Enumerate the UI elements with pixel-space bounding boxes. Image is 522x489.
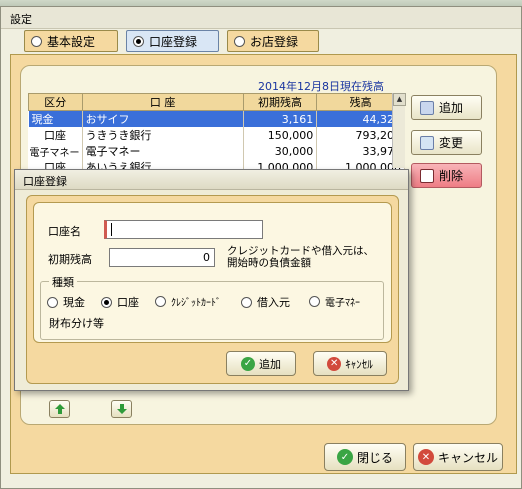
- name-label: 口座名: [48, 225, 81, 238]
- cell-initial: 30,000: [243, 143, 318, 159]
- up-arrow-icon: [54, 404, 65, 414]
- tab-label: お店登録: [250, 34, 299, 49]
- radio-icon: [241, 296, 252, 308]
- kind-radio-e-money[interactable]: 電子ﾏﾈｰ: [309, 294, 360, 309]
- balance-hint: クレジットカードや借入元は、 開始時の負債金額: [227, 245, 374, 269]
- tab-account-registration[interactable]: 口座登録: [126, 30, 219, 52]
- cancel-icon: ✕: [417, 449, 434, 465]
- delete-icon: [420, 168, 434, 183]
- kind-radio-account[interactable]: 口座: [101, 294, 139, 310]
- kind-legend: 種類: [49, 274, 77, 290]
- radio-icon: [309, 296, 320, 307]
- scroll-up-arrow-icon[interactable]: ▲: [393, 93, 406, 106]
- delete-account-button[interactable]: 削除: [411, 163, 482, 188]
- initial-balance-label: 初期残高: [48, 253, 92, 266]
- cell-type: 口座: [28, 127, 83, 143]
- initial-balance-input[interactable]: 0: [109, 248, 215, 267]
- kind-radio-borrowing[interactable]: 借入元: [241, 294, 290, 310]
- tab-label: 基本設定: [47, 34, 96, 49]
- cell-initial: 3,161: [243, 110, 318, 127]
- table-row[interactable]: 現金 おサイフ 3,161 44,320: [28, 110, 405, 127]
- dialog-add-label: 追加: [259, 357, 281, 371]
- kind-label: 現金: [63, 296, 85, 309]
- tab-label: 口座登録: [149, 34, 198, 49]
- initial-balance-value: 0: [203, 251, 210, 264]
- cancel-button[interactable]: ✕ キャンセル: [413, 443, 503, 471]
- dialog-add-button[interactable]: ✓ 追加: [226, 351, 296, 376]
- window-title: 設定: [10, 13, 32, 26]
- kind-note: 財布分け等: [49, 317, 104, 330]
- kind-radio-credit-card[interactable]: ｸﾚｼﾞｯﾄｶｰﾄﾞ: [155, 294, 221, 309]
- radio-icon: [155, 296, 166, 307]
- dialog-panel: 口座名 初期残高 0 クレジットカードや借入元は、 開始時の負債金額 種類 現金…: [26, 195, 399, 384]
- account-kind-group: 種類 現金 口座 ｸﾚｼﾞｯﾄｶｰﾄﾞ 借入元 電子ﾏﾈｰ 財布分け等: [40, 274, 384, 340]
- column-header[interactable]: 初期残高: [242, 93, 318, 111]
- table-row[interactable]: 電子マネー 電子マネー 30,000 33,976: [28, 143, 405, 159]
- kind-radio-cash[interactable]: 現金: [47, 294, 85, 310]
- balance-date-header: 2014年12月8日現在残高: [258, 80, 384, 93]
- cancel-label: キャンセル: [437, 450, 498, 465]
- tab-basic-settings[interactable]: 基本設定: [24, 30, 118, 52]
- check-icon: ✓: [336, 449, 353, 465]
- dialog-cancel-label: ｷｬﾝｾﾙ: [345, 357, 373, 371]
- radio-icon: [47, 296, 58, 308]
- tab-radio-icon: [234, 35, 245, 47]
- cell-account: 電子マネー: [82, 143, 244, 159]
- kind-label: ｸﾚｼﾞｯﾄｶｰﾄﾞ: [171, 298, 221, 309]
- dialog-title: 口座登録: [23, 175, 67, 188]
- delete-label: 削除: [439, 169, 464, 183]
- move-up-button[interactable]: [49, 400, 70, 418]
- account-table[interactable]: 区分 口 座 初期残高 残高 現金 おサイフ 3,161 44,320 口座 う…: [28, 93, 405, 175]
- down-arrow-icon: [116, 404, 127, 414]
- table-scrollbar[interactable]: ▲: [392, 93, 406, 168]
- column-header[interactable]: 口 座: [81, 93, 244, 111]
- add-label: 追加: [439, 101, 464, 115]
- tab-radio-icon: [31, 35, 42, 47]
- kind-label: 電子ﾏﾈｰ: [325, 298, 360, 309]
- dialog-titlebar[interactable]: 口座登録: [15, 170, 408, 190]
- tab-bar: 基本設定 口座登録 お店登録: [10, 30, 517, 56]
- dialog-cancel-button[interactable]: ✕ ｷｬﾝｾﾙ: [313, 351, 387, 376]
- pencil-icon: [420, 100, 434, 115]
- dialog-form: 口座名 初期残高 0 クレジットカードや借入元は、 開始時の負債金額 種類 現金…: [33, 202, 392, 343]
- cell-initial: 150,000: [243, 127, 318, 143]
- settings-titlebar[interactable]: 設定: [1, 7, 521, 29]
- radio-icon: [101, 296, 112, 308]
- kind-label: 口座: [117, 296, 139, 309]
- edit-icon: [420, 135, 434, 150]
- table-row[interactable]: 口座 うきうき銀行 150,000 793,202: [28, 127, 405, 143]
- text-cursor: [111, 223, 112, 236]
- check-icon: ✓: [241, 356, 255, 371]
- close-label: 閉じる: [356, 450, 393, 465]
- cell-type: 現金: [28, 110, 83, 127]
- column-header[interactable]: 区分: [28, 93, 83, 111]
- account-registration-dialog: 口座登録 口座名 初期残高 0 クレジットカードや借入元は、 開始時の負債金額 …: [14, 169, 409, 391]
- cell-account: おサイフ: [82, 110, 244, 127]
- cell-account: うきうき銀行: [82, 127, 244, 143]
- account-name-input[interactable]: [104, 220, 263, 239]
- move-down-button[interactable]: [111, 400, 132, 418]
- add-account-button[interactable]: 追加: [411, 95, 482, 120]
- kind-label: 借入元: [257, 296, 290, 309]
- close-button[interactable]: ✓ 閉じる: [324, 443, 406, 471]
- tab-radio-icon: [133, 35, 144, 47]
- edit-account-button[interactable]: 変更: [411, 130, 482, 155]
- cancel-icon: ✕: [327, 356, 342, 371]
- hint-line: クレジットカードや借入元は、: [227, 245, 374, 257]
- tab-store-registration[interactable]: お店登録: [227, 30, 319, 52]
- cell-type: 電子マネー: [28, 143, 83, 159]
- edit-label: 変更: [439, 136, 464, 150]
- hint-line: 開始時の負債金額: [227, 257, 311, 269]
